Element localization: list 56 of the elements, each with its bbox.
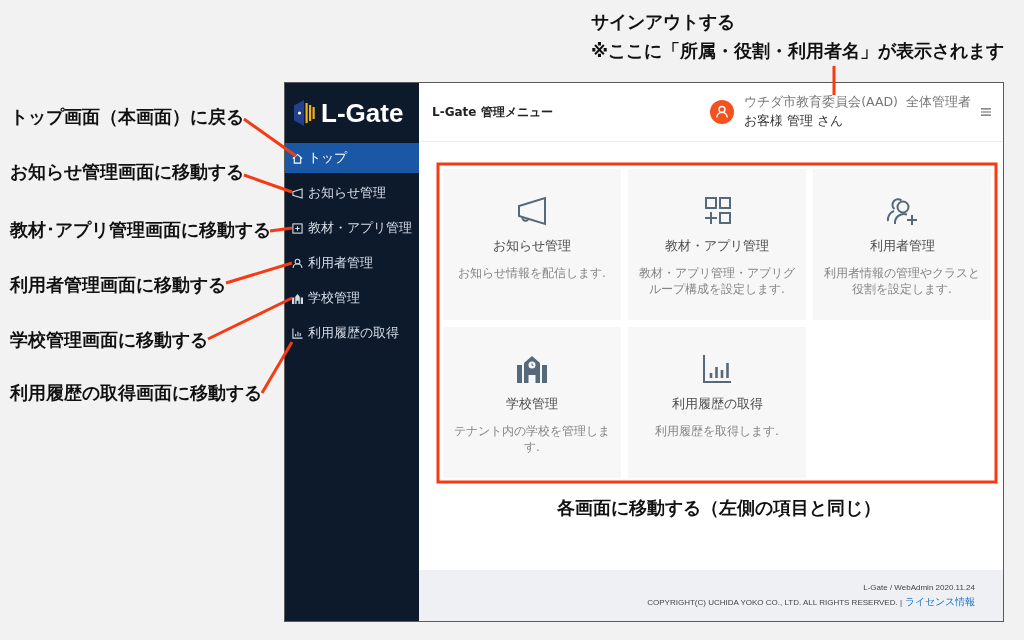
leader-line [832,66,836,95]
annotation-label: ※ここに「所属・役割・利用者名」が表示されます [591,40,1004,63]
leader-line [243,173,293,194]
menu-card[interactable]: 利用履歴の取得 利用履歴を取得します. [628,327,806,478]
annotation-label: 利用者管理画面に移動する [10,274,226,297]
bar-chart-icon [292,327,303,339]
role-text: 全体管理者 [906,94,971,111]
annotation-label: 学校管理画面に移動する [10,329,208,352]
bar-chart-icon [701,353,733,385]
leader-line [269,226,293,233]
menu-card[interactable]: お知らせ管理 お知らせ情報を配信します. [443,169,621,320]
menu-card[interactable]: 利用者管理 利用者情報の管理やクラスと役割を設定します. [813,169,991,320]
leader-line [243,117,297,158]
sidebar-item[interactable]: 利用履歴の取得 [285,318,419,348]
card-title: 学校管理 [506,396,558,413]
school-icon [292,292,303,304]
sidebar-item[interactable]: 学校管理 [285,283,419,313]
sidebar-item[interactable]: トップ [285,143,419,173]
menu-card[interactable]: 学校管理 テナント内の学校を管理します. [443,327,621,478]
megaphone-icon [516,195,548,227]
version-text: L-Gate / WebAdmin 2020.11.24 [863,582,975,594]
user-icon [292,257,303,269]
affiliation-text: ウチダ市教育委員会(AAD) [744,94,898,111]
megaphone-icon [292,187,303,199]
home-icon [292,152,303,164]
annotation-label: 各画面に移動する（左側の項目と同じ） [557,497,881,520]
card-title: 利用者管理 [869,238,935,255]
user-name: お客様 管理 さん [744,113,845,130]
logo-icon [293,100,315,126]
page-title: L-Gate 管理メニュー [432,103,553,121]
sidebar-item[interactable]: 利用者管理 [285,248,419,278]
copyright-text: COPYRIGHT(C) UCHIDA YOKO CO., LTD. ALL RIGHTS RESERVED. | [647,597,902,609]
plus-square-icon [292,222,303,234]
annotation-label: サインアウトする [591,11,735,34]
license-link[interactable]: ライセンス情報 [905,596,975,608]
sidebar-item[interactable]: お知らせ管理 [285,178,419,208]
card-description: 利用者情報の管理やクラスと役割を設定します. [823,265,981,298]
school-icon [516,353,548,385]
card-description: お知らせ情報を配信します. [458,265,606,282]
menu-icon[interactable] [981,108,991,116]
card-title: 利用履歴の取得 [671,396,763,413]
annotation-label: 教材･アプリ管理画面に移動する [10,219,271,242]
menu-card[interactable]: 教材・アプリ管理 教材・アプリ管理・アプリグループ構成を設定します. [628,169,806,320]
card-description: テナント内の学校を管理します. [453,423,611,456]
sidebar-item[interactable]: 教材・アプリ管理 [285,213,419,243]
card-title: 教材・アプリ管理 [665,238,769,255]
annotation-label: 利用履歴の取得画面に移動する [10,382,262,405]
avatar-icon[interactable] [710,100,735,124]
card-description: 利用履歴を取得します. [655,423,779,440]
annotation-label: トップ画面（本画面）に戻る [10,106,244,129]
logo-text: L-Gate [321,100,404,126]
user-add-icon [886,195,918,227]
card-title: お知らせ管理 [493,238,571,255]
leader-line [225,261,293,285]
annotation-label: お知らせ管理画面に移動する [10,161,244,184]
card-description: 教材・アプリ管理・アプリグループ構成を設定します. [638,265,796,298]
